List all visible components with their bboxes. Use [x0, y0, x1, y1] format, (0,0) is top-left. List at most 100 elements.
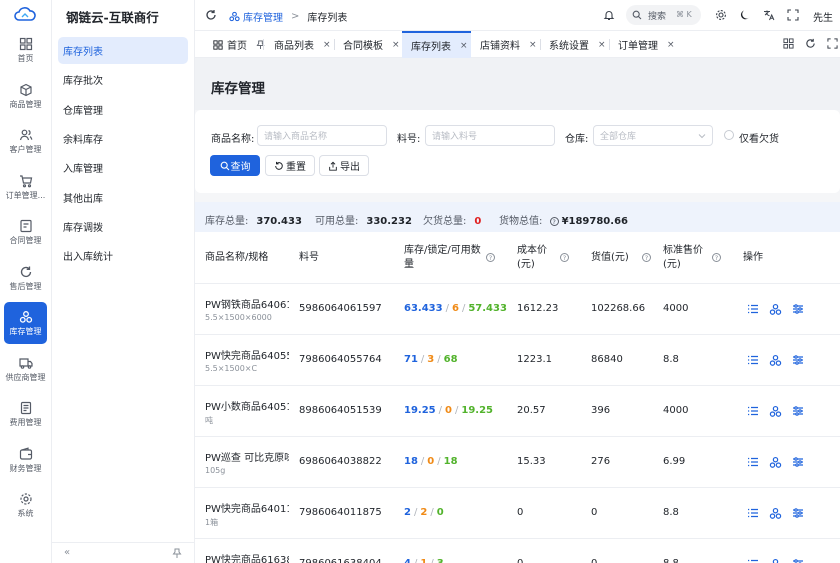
breadcrumb-parent[interactable]: 库存管理 [243, 9, 283, 24]
settings-icon[interactable] [715, 9, 727, 21]
nav-item-0[interactable]: 首页 [4, 29, 47, 71]
reset-button-label: 重置 [286, 162, 306, 173]
adjust-settings-icon[interactable] [792, 507, 804, 519]
tab-bar: 首页 商品列表 × 合同模板 × 库存列表 × 店铺资料 × 系统设置 × 订单管理 × [195, 31, 840, 58]
tab-item[interactable]: 合同模板 × [334, 31, 402, 58]
submenu-item[interactable]: 库存批次 [58, 66, 188, 93]
table-row: PW巡查 可比克原味 105g 6986064038822 18/0/18 15.33 2… [195, 437, 840, 488]
submenu-item[interactable]: 库存列表 [58, 37, 188, 64]
nav-item-8[interactable]: 费用管理 [4, 393, 47, 435]
nav-item-10[interactable]: 系统 [4, 484, 47, 526]
help-icon[interactable]: ? [549, 216, 559, 226]
help-icon[interactable]: ? [560, 253, 569, 262]
nav-item-3[interactable]: 订单管理... [4, 166, 47, 208]
nav-item-2[interactable]: 客户管理 [4, 120, 47, 162]
code-input[interactable]: 请输入料号 [425, 125, 555, 146]
icon-rail: 首页商品管理客户管理 订单管理... 合同管理 售后管理 库存管理 供应商管理 费用管理 财务… [0, 0, 52, 563]
nav-item-9[interactable]: 财务管理 [4, 439, 47, 481]
tab-item[interactable]: 库存列表 × [402, 31, 471, 58]
nav-item-label: 商品管理 [9, 99, 42, 109]
nav-item-6[interactable]: 库存管理 [4, 302, 47, 344]
tab-maximize-icon[interactable] [827, 38, 838, 49]
dark-mode-icon[interactable] [739, 9, 751, 21]
close-icon[interactable]: × [667, 40, 675, 50]
adjust-settings-icon[interactable] [792, 558, 804, 563]
contract-icon [19, 219, 33, 233]
close-icon[interactable]: × [392, 40, 400, 50]
list-detail-icon[interactable] [747, 354, 759, 366]
nav-item-1[interactable]: 商品管理 [4, 75, 47, 117]
product-name[interactable]: PW快完商品640118 [205, 500, 289, 515]
batch-stack-icon[interactable] [769, 303, 782, 316]
list-detail-icon[interactable] [747, 405, 759, 417]
batch-stack-icon[interactable] [769, 507, 782, 520]
adjust-settings-icon[interactable] [792, 354, 804, 366]
collapse-sidebar-button[interactable]: « [64, 547, 70, 558]
tab-item[interactable]: 系统设置 × [540, 31, 609, 58]
adjust-settings-icon[interactable] [792, 405, 804, 417]
tab-item[interactable]: 首页 [202, 31, 265, 58]
tab-grid-icon[interactable] [783, 38, 794, 49]
app-logo-icon[interactable] [14, 6, 36, 22]
translate-icon[interactable] [763, 9, 775, 21]
user-name[interactable]: 先生 [813, 9, 833, 24]
product-name[interactable]: PW钢铁商品640615 [205, 296, 289, 311]
help-icon[interactable]: ? [712, 253, 721, 262]
export-button[interactable]: 导出 [319, 155, 369, 176]
product-name-input[interactable]: 请输入商品名称 [257, 125, 387, 146]
list-detail-icon[interactable] [747, 456, 759, 468]
help-icon[interactable]: ? [486, 253, 495, 262]
submenu-item[interactable]: 其他出库 [58, 184, 188, 211]
close-icon[interactable]: × [460, 41, 468, 51]
box-icon [19, 83, 33, 97]
close-icon[interactable]: × [529, 40, 537, 50]
bell-icon[interactable] [603, 9, 615, 21]
batch-stack-icon[interactable] [769, 558, 782, 563]
tab-label: 订单管理 [618, 41, 658, 52]
fullscreen-icon[interactable] [787, 9, 799, 21]
help-icon[interactable]: ? [642, 253, 651, 262]
product-name[interactable]: PW小数商品640515 [205, 398, 289, 413]
tab-divider [263, 39, 264, 50]
batch-stack-icon[interactable] [769, 456, 782, 469]
nav-item-5[interactable]: 售后管理 [4, 257, 47, 299]
submenu-item[interactable]: 余料库存 [58, 125, 188, 152]
close-icon[interactable]: × [598, 40, 606, 50]
adjust-settings-icon[interactable] [792, 456, 804, 468]
submenu-item[interactable]: 仓库管理 [58, 96, 188, 123]
adjust-settings-icon[interactable] [792, 303, 804, 315]
close-icon[interactable]: × [323, 40, 331, 50]
submenu-item[interactable]: 库存调拨 [58, 213, 188, 240]
list-detail-icon[interactable] [747, 507, 759, 519]
search-box[interactable]: 搜索 ⌘ K [626, 5, 701, 25]
owe-only-checkbox[interactable] [724, 130, 734, 140]
header-price: 标准售价 [663, 245, 703, 256]
batch-stack-icon[interactable] [769, 405, 782, 418]
nav-item-4[interactable]: 合同管理 [4, 211, 47, 253]
qty-separator: / [430, 507, 434, 518]
list-detail-icon[interactable] [747, 558, 759, 563]
page-header: 库存管理 [195, 58, 840, 110]
product-name[interactable]: PW巡查 可比克原味 [205, 449, 289, 464]
tab-refresh-icon[interactable] [805, 38, 816, 49]
nav-item-7[interactable]: 供应商管理 [4, 348, 47, 390]
header-code: 料号 [299, 252, 319, 263]
list-detail-icon[interactable] [747, 303, 759, 315]
batch-stack-icon[interactable] [769, 354, 782, 367]
reset-button[interactable]: 重置 [265, 155, 315, 176]
tab-item[interactable]: 订单管理 × [609, 31, 677, 58]
tab-item[interactable]: 商品列表 × [265, 31, 334, 58]
submenu-item[interactable]: 出入库统计 [58, 242, 188, 269]
cost-price: 1612.23 [517, 303, 559, 314]
submenu-item[interactable]: 入库管理 [58, 154, 188, 181]
product-name[interactable]: PW快完商品616384 [205, 551, 289, 563]
summary-total: 库存总量: 370.433 [205, 212, 302, 227]
search-button[interactable]: 查询 [210, 155, 260, 176]
summary-total-value: 370.433 [256, 216, 302, 227]
warehouse-select[interactable]: 全部仓库 [593, 125, 713, 146]
product-name[interactable]: PW快完商品640557 [205, 347, 289, 362]
tab-item[interactable]: 店铺资料 × [471, 31, 540, 58]
refresh-icon[interactable] [205, 9, 217, 21]
pin-icon[interactable] [172, 548, 182, 558]
summary-total-label: 库存总量: [205, 216, 249, 227]
